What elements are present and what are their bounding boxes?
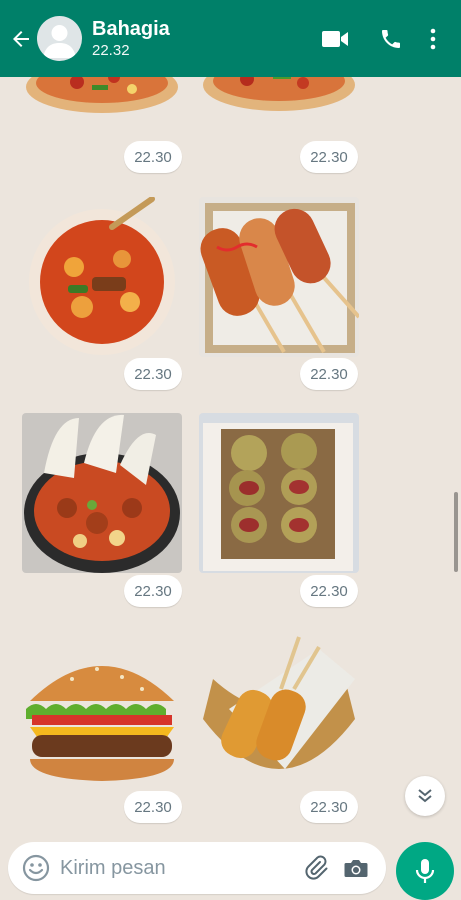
message-input[interactable]	[60, 856, 270, 880]
message-time: 22.30	[124, 141, 182, 173]
phone-icon	[382, 29, 400, 48]
message-time: 22.30	[124, 358, 182, 390]
video-call-button[interactable]	[313, 17, 357, 61]
camera-icon	[344, 860, 368, 877]
message-time: 22.30	[124, 791, 182, 823]
voice-message-button[interactable]	[396, 842, 454, 900]
more-vert-icon	[430, 28, 436, 49]
sticker-seblak-bowl[interactable]	[22, 197, 182, 357]
last-seen-status: 22.32	[92, 41, 130, 59]
scroll-to-bottom-button[interactable]	[405, 776, 445, 816]
back-button[interactable]	[2, 0, 40, 77]
scrollbar-thumb[interactable]	[454, 492, 458, 572]
more-options-button[interactable]	[419, 17, 447, 61]
voice-call-button[interactable]	[369, 17, 413, 61]
sticker-pizza-left[interactable]	[22, 77, 182, 117]
message-time: 22.30	[300, 575, 358, 607]
contact-info[interactable]: Bahagia 22.32	[92, 17, 170, 61]
mic-icon	[415, 859, 435, 883]
chat-header: Bahagia 22.32	[0, 0, 461, 77]
attach-button[interactable]	[296, 842, 336, 894]
message-time: 22.30	[124, 575, 182, 607]
emoji-icon	[22, 854, 50, 882]
default-avatar-icon	[43, 25, 76, 58]
sticker-corn-dogs[interactable]	[199, 197, 359, 357]
chat-messages[interactable]: 22.30 22.30 22.30 22.30 22.30 22.30 22.3…	[0, 77, 461, 832]
avatar[interactable]	[37, 16, 82, 61]
paperclip-icon	[305, 855, 328, 880]
message-time: 22.30	[300, 791, 358, 823]
sticker-meatball-bowl[interactable]	[22, 413, 182, 573]
message-time: 22.30	[300, 141, 358, 173]
arrow-left-icon	[13, 30, 29, 47]
emoji-button[interactable]	[12, 842, 60, 894]
message-time: 22.30	[300, 358, 358, 390]
sticker-mini-pizzas[interactable]	[199, 413, 359, 573]
double-chevron-down-icon	[418, 789, 432, 803]
sticker-pizza-right[interactable]	[199, 77, 359, 117]
camera-button[interactable]	[336, 842, 376, 894]
sticker-potato-corn-dogs[interactable]	[199, 629, 359, 789]
contact-name: Bahagia	[92, 17, 170, 40]
video-call-icon	[322, 30, 348, 47]
sticker-cheeseburger[interactable]	[22, 629, 182, 789]
message-composer	[8, 842, 386, 894]
